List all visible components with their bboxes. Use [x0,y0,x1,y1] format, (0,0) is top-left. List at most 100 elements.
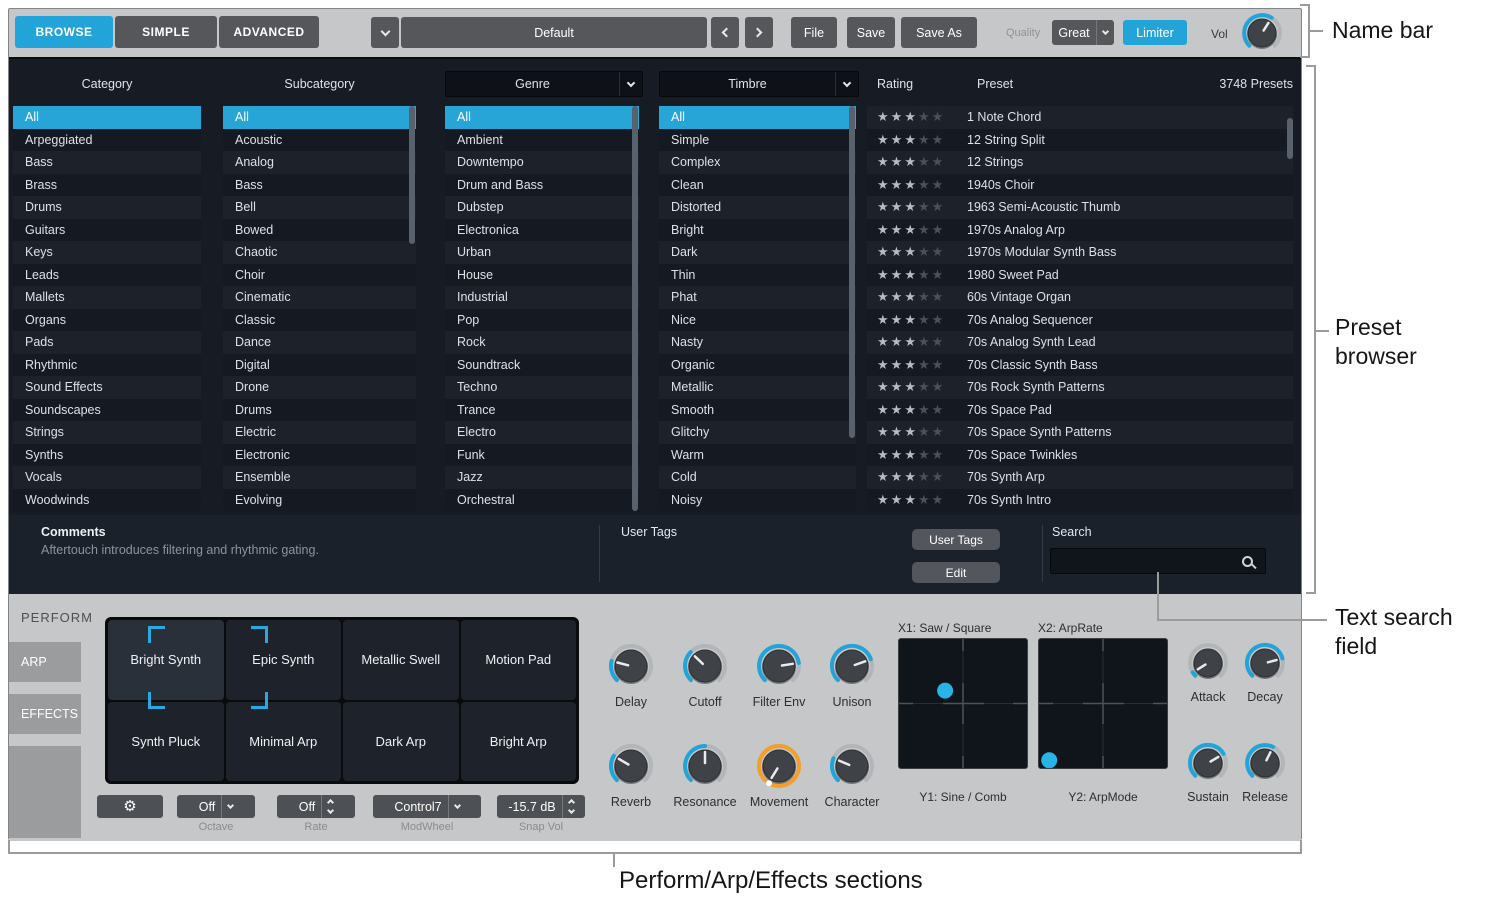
preset-row[interactable]: ★★★★★ 1970s Modular Synth Bass [867,241,1293,264]
subcategory-item[interactable]: Acoustic [223,128,416,151]
rating-header[interactable]: Rating [877,71,937,97]
star-icon[interactable]: ★ [918,109,932,124]
star-icon[interactable]: ★ [904,379,918,394]
rating-stars[interactable]: ★★★★★ [867,177,967,193]
volume-knob[interactable] [1241,12,1283,59]
star-icon[interactable]: ★ [877,244,891,259]
timbre-item[interactable]: All [659,106,856,129]
tab-arp[interactable]: ARP [9,642,81,682]
category-item[interactable]: Vocals [13,466,201,489]
scrollbar[interactable] [1287,106,1293,511]
pad-metallic-swell[interactable]: Metallic Swell [343,620,459,700]
subcategory-item[interactable]: Classic [223,308,416,331]
star-icon[interactable]: ★ [932,447,946,462]
category-item[interactable]: Soundscapes [13,398,201,421]
rating-stars[interactable]: ★★★★★ [867,244,967,260]
pad-motion-pad[interactable]: Motion Pad [460,620,576,700]
star-icon[interactable]: ★ [891,177,905,192]
knob-character[interactable]: Character [814,743,890,809]
mode-tab-advanced[interactable]: ADVANCED [219,16,319,48]
file-button[interactable]: File [791,17,837,48]
star-icon[interactable]: ★ [877,177,891,192]
genre-item[interactable]: All [445,106,639,129]
rating-stars[interactable]: ★★★★★ [867,492,967,508]
star-icon[interactable]: ★ [918,244,932,259]
genre-item[interactable]: Funk [445,443,639,466]
knob-dial[interactable] [756,643,802,694]
preset-row[interactable]: ★★★★★ 1980 Sweet Pad [867,263,1293,286]
genre-item[interactable]: Soundtrack [445,353,639,376]
preset-name-display[interactable]: Default [401,17,707,48]
preset-row[interactable]: ★★★★★ 70s Space Synth Patterns [867,421,1293,444]
preset-row[interactable]: ★★★★★ 60s Vintage Organ [867,286,1293,309]
pad-bright-arp[interactable]: Bright Arp [460,701,576,781]
knob-resonance[interactable]: Resonance [667,743,743,809]
star-icon[interactable]: ★ [877,379,891,394]
category-item[interactable]: Leads [13,263,201,286]
star-icon[interactable]: ★ [891,222,905,237]
star-icon[interactable]: ★ [932,244,946,259]
rate-stepper[interactable]: Off [277,795,355,818]
subcategory-item[interactable]: Bowed [223,218,416,241]
genre-item[interactable]: Dubstep [445,196,639,219]
knob-dial[interactable] [1244,642,1286,689]
subcategory-item[interactable]: Digital [223,353,416,376]
star-icon[interactable]: ★ [932,402,946,417]
star-icon[interactable]: ★ [877,109,891,124]
timbre-item[interactable]: Cold [659,466,856,489]
star-icon[interactable]: ★ [891,447,905,462]
star-icon[interactable]: ★ [932,289,946,304]
knob-dial[interactable] [1187,642,1229,689]
genre-item[interactable]: Pop [445,308,639,331]
preset-row[interactable]: ★★★★★ 70s Synth Arp [867,466,1293,489]
scrollbar[interactable] [409,106,415,511]
star-icon[interactable]: ★ [918,177,932,192]
scrollbar[interactable] [849,106,855,511]
star-icon[interactable]: ★ [891,312,905,327]
star-icon[interactable]: ★ [877,357,891,372]
timbre-item[interactable]: Nice [659,308,856,331]
rating-stars[interactable]: ★★★★★ [867,289,967,305]
star-icon[interactable]: ★ [932,199,946,214]
timbre-item[interactable]: Organic [659,353,856,376]
genre-item[interactable]: Jazz [445,466,639,489]
star-icon[interactable]: ★ [904,244,918,259]
rating-stars[interactable]: ★★★★★ [867,424,967,440]
knob-reverb[interactable]: Reverb [593,743,669,809]
star-icon[interactable]: ★ [891,132,905,147]
preset-row[interactable]: ★★★★★ 12 Strings [867,151,1293,174]
preset-row[interactable]: ★★★★★ 70s Synth Intro [867,488,1293,511]
pad-dark-arp[interactable]: Dark Arp [343,701,459,781]
star-icon[interactable]: ★ [918,402,932,417]
knob-dial[interactable] [756,743,802,794]
preset-menu-button[interactable] [371,17,399,48]
subcategory-item[interactable]: Electronic [223,443,416,466]
star-icon[interactable]: ★ [904,267,918,282]
settings-button[interactable]: ⚙ [97,795,163,818]
preset-row[interactable]: ★★★★★ 1963 Semi-Acoustic Thumb [867,196,1293,219]
timbre-item[interactable]: Noisy [659,488,856,511]
knob-unison[interactable]: Unison [814,643,890,709]
star-icon[interactable]: ★ [891,334,905,349]
star-icon[interactable]: ★ [877,267,891,282]
genre-item[interactable]: Rock [445,331,639,354]
subcategory-item[interactable]: Drone [223,376,416,399]
star-icon[interactable]: ★ [891,402,905,417]
star-icon[interactable]: ★ [877,199,891,214]
preset-row[interactable]: ★★★★★ 70s Space Twinkles [867,443,1293,466]
rating-stars[interactable]: ★★★★★ [867,402,967,418]
snap-vol-stepper[interactable]: -15.7 dB [497,795,585,818]
xy-pad[interactable] [898,638,1028,769]
mode-tab-simple[interactable]: SIMPLE [115,16,217,48]
tab-perform[interactable]: PERFORM [21,610,93,625]
preset-row[interactable]: ★★★★★ 1 Note Chord [867,106,1293,129]
preset-header[interactable]: Preset [977,71,1077,97]
star-icon[interactable]: ★ [877,492,891,507]
rating-stars[interactable]: ★★★★★ [867,132,967,148]
timbre-item[interactable]: Clean [659,173,856,196]
category-item[interactable]: Drums [13,196,201,219]
star-icon[interactable]: ★ [904,109,918,124]
timbre-header-dropdown[interactable]: Timbre [659,71,859,97]
star-icon[interactable]: ★ [891,469,905,484]
category-item[interactable]: Strings [13,421,201,444]
